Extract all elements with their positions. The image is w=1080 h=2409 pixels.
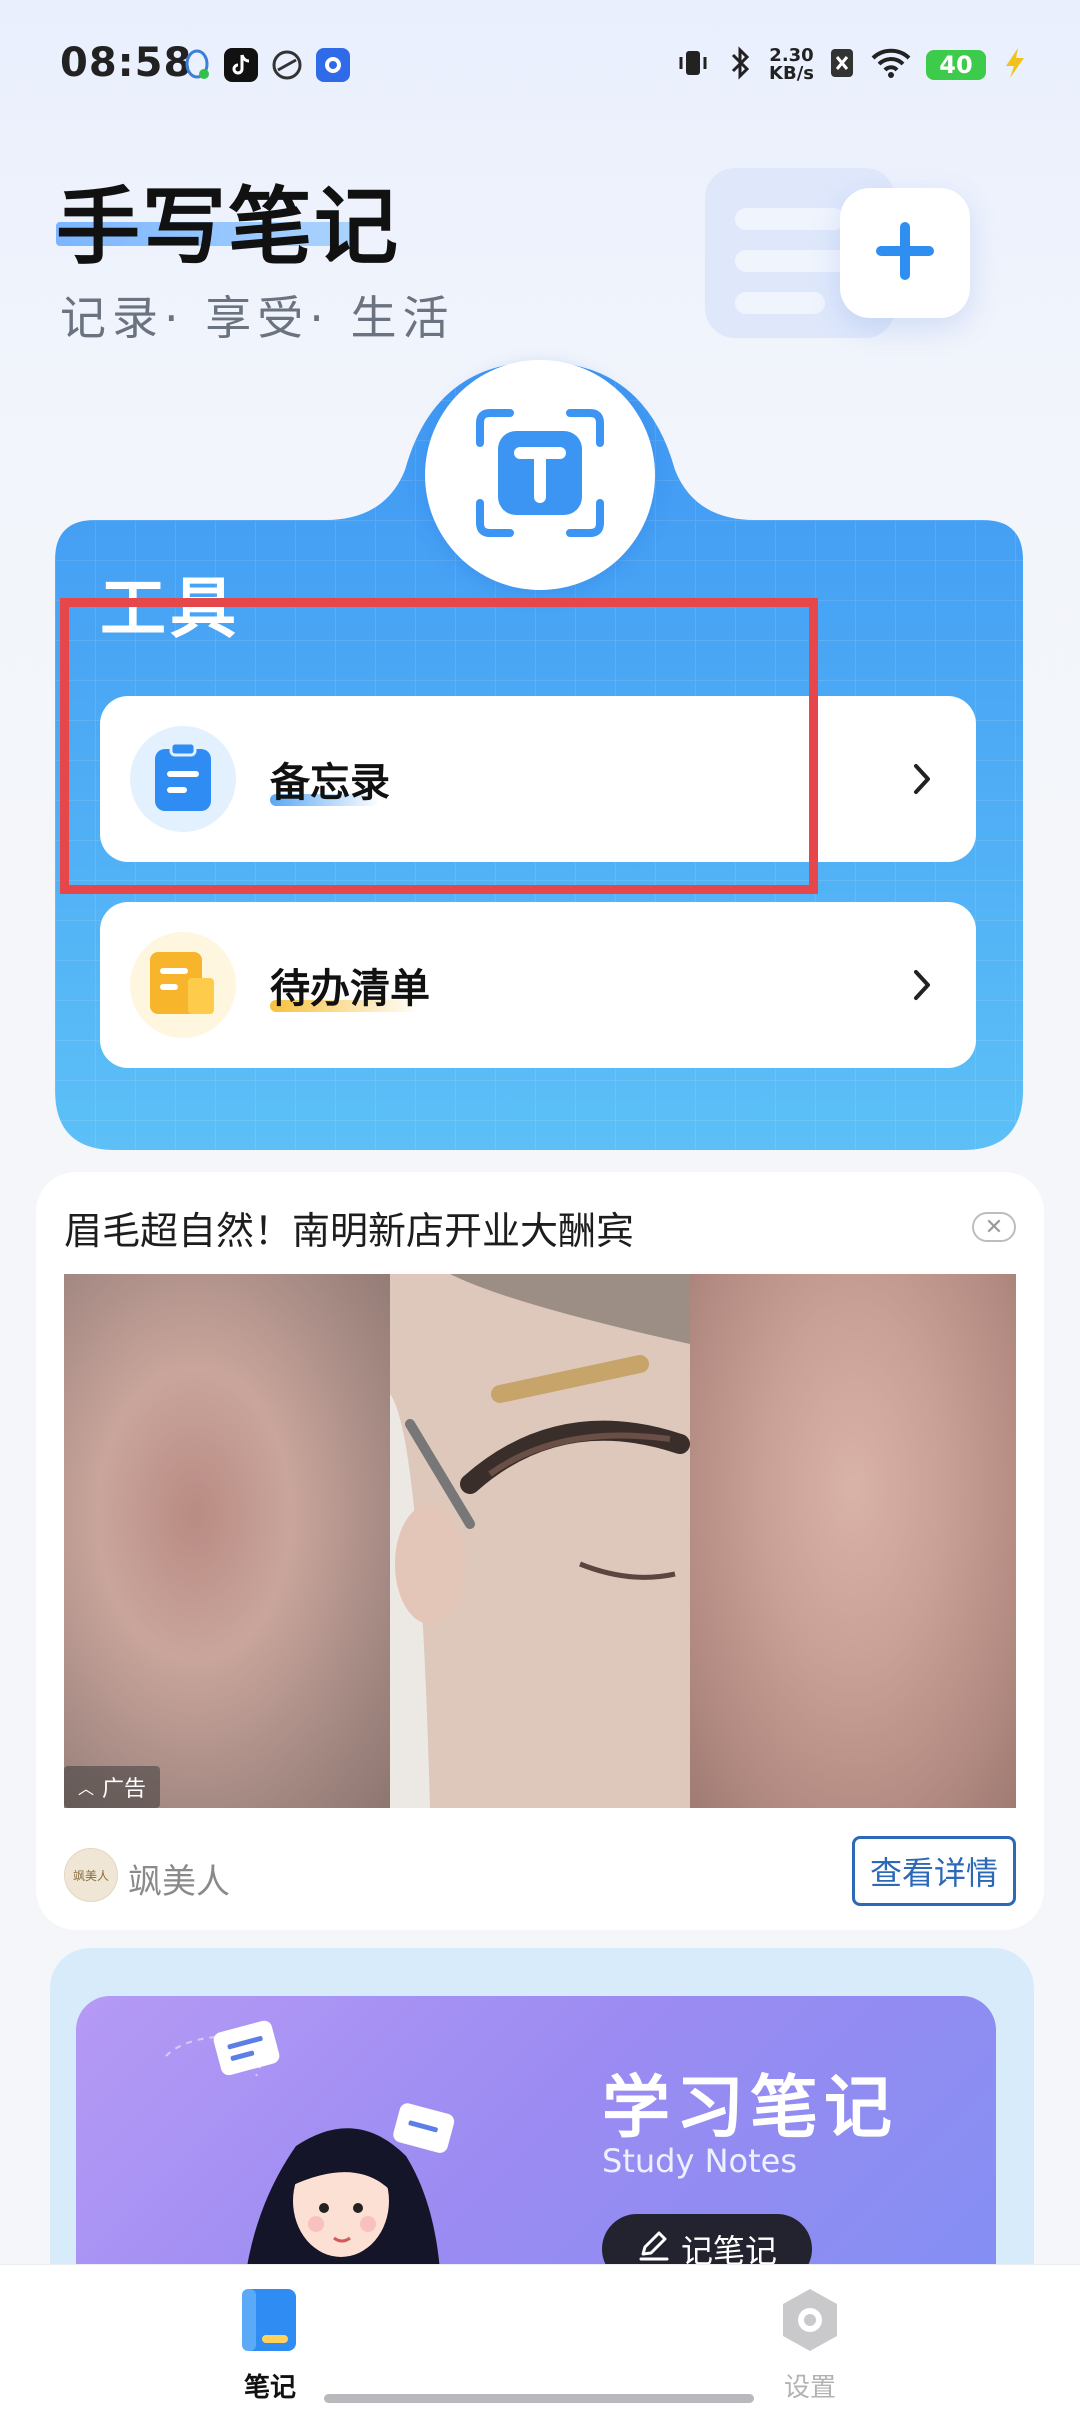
battery-indicator: 40 [926,50,986,80]
app-notification-icon [270,48,304,82]
home-indicator[interactable] [324,2394,754,2403]
vibrate-icon [675,45,711,85]
page-subtitle: 记录· 享受· 生活 [60,291,455,345]
ad-brand-logo-text: 飒美人 [72,1868,109,1883]
ad-close-button[interactable]: ✕ [972,1212,1016,1242]
ad-tag: ︿ 广告 [64,1766,161,1808]
study-notes-subtitle: Study Notes [602,2142,797,2180]
plus-icon [870,216,940,290]
ad-tag-label: 广告 [102,1777,147,1802]
todo-label: 待办清单 [270,966,430,1012]
text-scan-badge [425,360,655,590]
status-time: 08:58 [60,40,193,86]
ad-mark-icon: ︿ [78,1779,95,1798]
study-notes-title: 学习笔记 [602,2069,899,2148]
chevron-right-icon [908,960,938,1010]
notebook-icon [238,2285,302,2359]
ad-detail-button[interactable]: 查看详情 [852,1836,1016,1906]
ad-card[interactable]: 眉毛超自然！南明新店开业大酬宾 ✕ ︿ 广告 飒美人 飒美人 查看详情 [36,1172,1044,1930]
tab-notes-label: 笔记 [243,2373,296,2403]
tab-settings[interactable]: 设置 [730,2285,890,2405]
tool-item-todo[interactable]: 待办清单 [100,902,976,1068]
tab-notes[interactable]: 笔记 [190,2285,350,2405]
close-icon: ✕ [984,1214,1004,1240]
net-speed-unit: KB/s [769,63,814,84]
qq-notification-icon [180,48,214,82]
bottom-nav: 笔记 设置 [0,2264,1080,2409]
wifi-icon [870,46,912,84]
tiktok-icon [224,48,258,82]
charging-icon [1000,46,1030,84]
network-speed: 2.30 KB/s [769,47,814,83]
todo-list-icon [148,950,218,1020]
sim-off-icon [828,46,856,84]
ad-image-center [390,1274,690,1808]
todo-icon-wrap [130,932,236,1038]
chevron-right-icon [908,754,938,804]
ad-image[interactable] [64,1274,1016,1808]
ad-brand-logo: 飒美人 [64,1848,118,1902]
bluetooth-icon [725,45,755,85]
tab-settings-label: 设置 [783,2373,836,2403]
status-icons: 2.30 KB/s 40 [675,40,1030,90]
status-bar: 08:58 2.30 KB/s 40 [0,0,1080,130]
highlight-frame [60,598,818,894]
ad-image-left-blur [64,1274,390,1808]
add-note-button[interactable] [840,188,970,318]
page-title: 手写笔记 [56,178,401,276]
ad-image-right-blur [690,1274,1016,1808]
text-scan-icon [470,403,610,547]
gear-icon [775,2285,845,2359]
ad-title: 眉毛超自然！南明新店开业大酬宾 [64,1209,635,1253]
ad-brand-name: 飒美人 [128,1862,230,1902]
message-notification-icon [316,48,350,82]
